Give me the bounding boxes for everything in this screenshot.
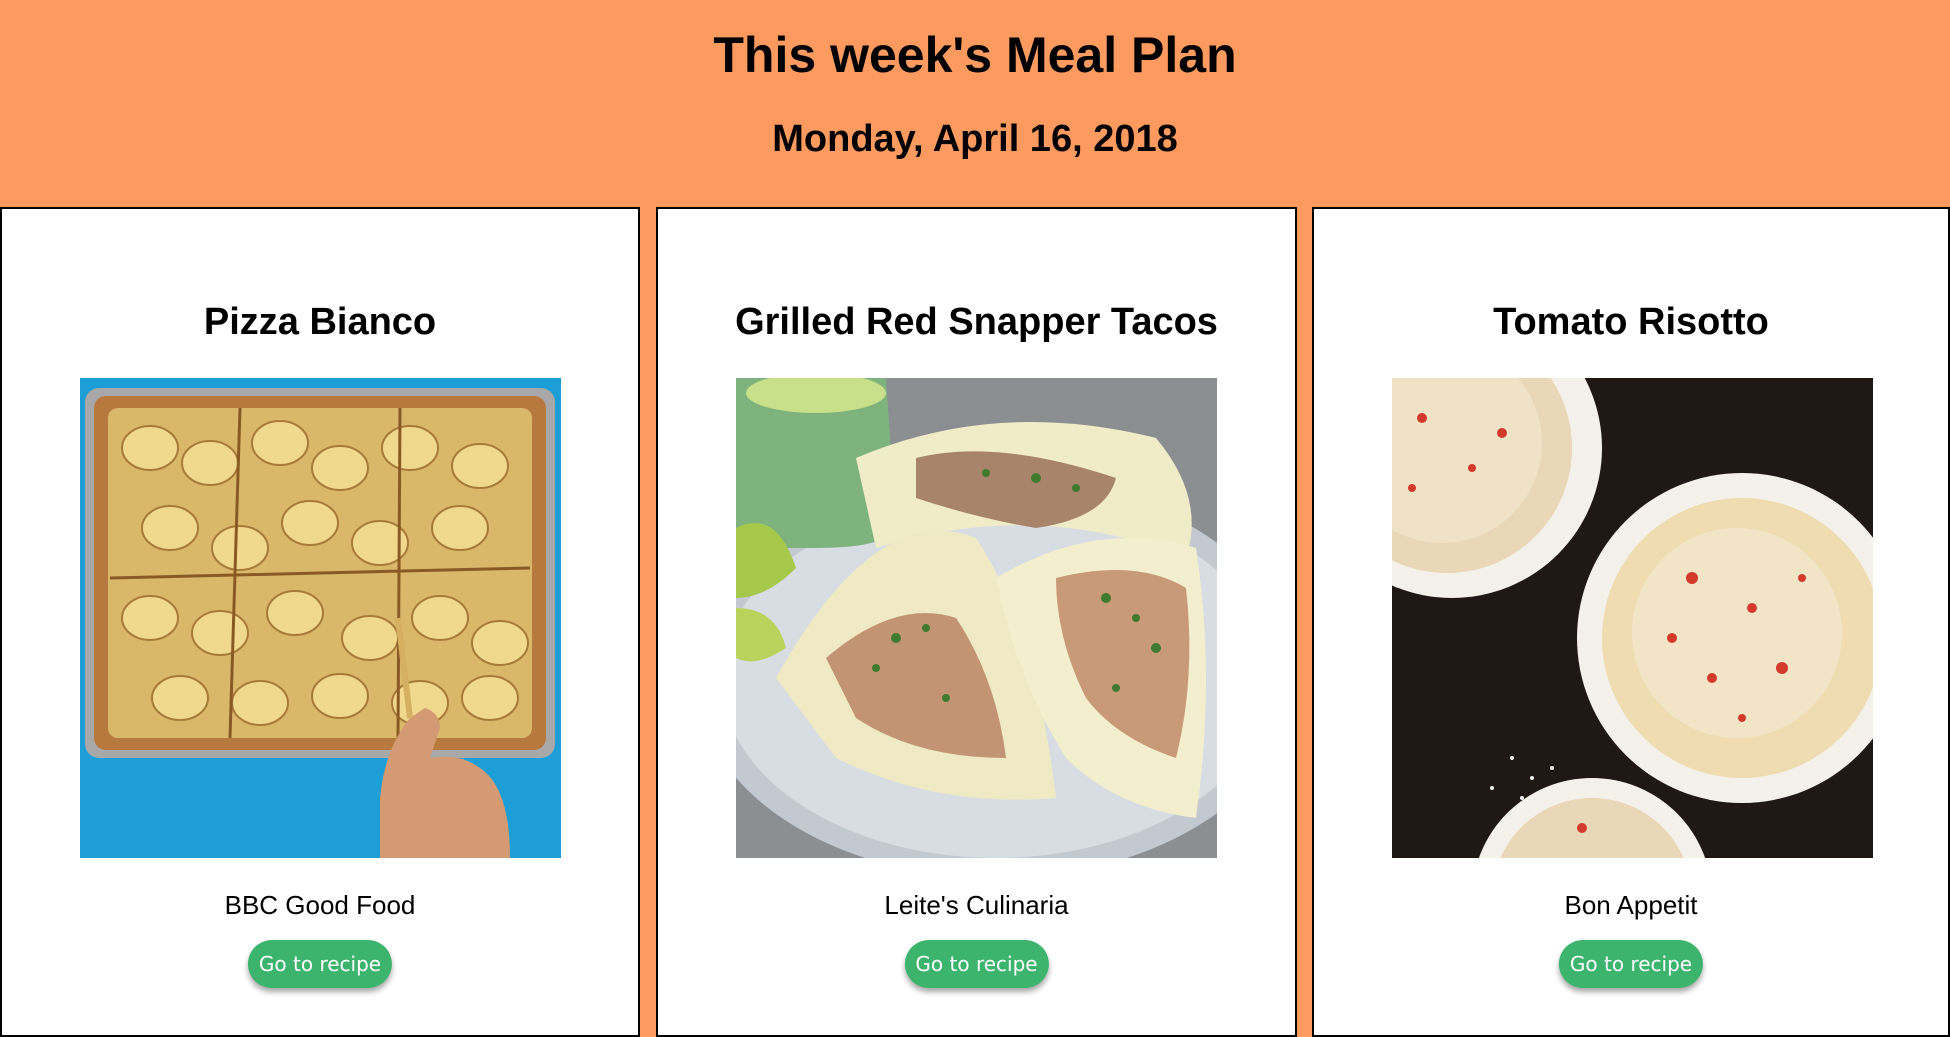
meal-card-grilled-red-snapper-tacos: Grilled Red Snapper Tacos Leite's Culina… bbox=[656, 207, 1297, 1037]
meal-cards: Pizza Bianco BBC Good Food Go to recipe … bbox=[0, 207, 1950, 1037]
go-to-recipe-button[interactable]: Go to recipe bbox=[904, 940, 1049, 988]
page-date: Monday, April 16, 2018 bbox=[772, 118, 1178, 160]
meal-card-pizza-bianco: Pizza Bianco BBC Good Food Go to recipe bbox=[0, 207, 640, 1037]
meal-title: Pizza Bianco bbox=[203, 301, 437, 343]
meal-title: Tomato Risotto bbox=[1493, 301, 1769, 343]
meal-image bbox=[1392, 378, 1873, 858]
page-header: This week's Meal Plan Monday, April 16, … bbox=[0, 0, 1950, 207]
meal-card-tomato-risotto: Tomato Risotto Bon Appetit Go to recipe bbox=[1312, 207, 1950, 1037]
meal-image bbox=[80, 378, 561, 858]
meal-source: Bon Appetit bbox=[1564, 890, 1698, 920]
go-to-recipe-button[interactable]: Go to recipe bbox=[247, 940, 393, 988]
meal-image bbox=[736, 378, 1217, 858]
meal-source: BBC Good Food bbox=[224, 890, 416, 920]
page-title: This week's Meal Plan bbox=[713, 27, 1237, 83]
go-to-recipe-button[interactable]: Go to recipe bbox=[1558, 940, 1704, 988]
meal-title: Grilled Red Snapper Tacos bbox=[735, 301, 1218, 343]
meal-source: Leite's Culinaria bbox=[884, 890, 1069, 920]
